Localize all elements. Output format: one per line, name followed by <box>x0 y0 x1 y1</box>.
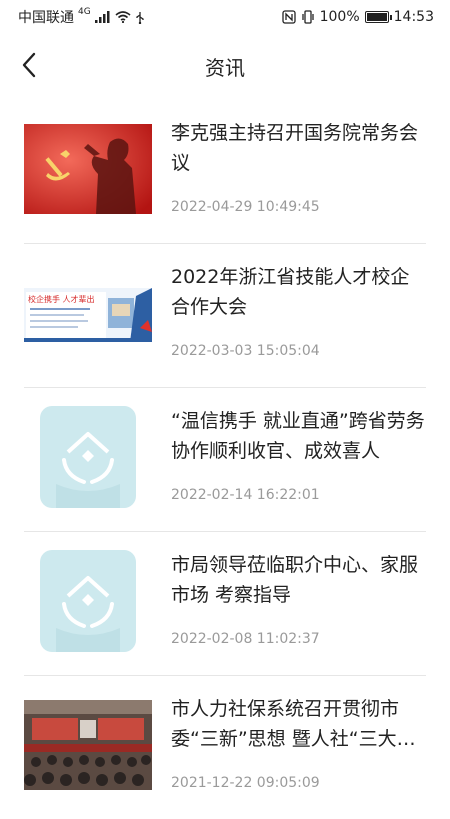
news-item[interactable]: 李克强主持召开国务院常务会议 2022-04-29 10:49:45 <box>24 100 426 244</box>
wifi-icon <box>115 11 131 23</box>
news-date: 2022-02-14 16:22:01 <box>171 487 320 503</box>
news-thumbnail: 校企携手 人才辈出 <box>24 268 152 358</box>
news-title: 市局领导莅临职介中心、家服市场 考察指导 <box>171 554 419 606</box>
house-hands-icon <box>56 576 120 652</box>
news-item[interactable]: 校企携手 人才辈出 2022年浙江省技能人才校企合作大会 2022-03-03 … <box>24 244 426 388</box>
news-list: 李克强主持召开国务院常务会议 2022-04-29 10:49:45 校企携手 … <box>24 100 426 819</box>
banner-text: 校企携手 人才辈出 <box>28 294 95 304</box>
carrier-label: 中国联通 <box>18 10 74 26</box>
nfc-icon <box>281 10 296 24</box>
status-right: 100% 14:53 <box>281 9 450 25</box>
top-bar: 资讯 <box>0 34 450 100</box>
news-title: 市人力社保系统召开贯彻市委“三新”思想 暨人社“三大… <box>171 698 416 750</box>
page-title: 资讯 <box>205 56 245 80</box>
news-thumbnail <box>24 124 152 214</box>
news-title: 李克强主持召开国务院常务会议 <box>171 122 419 174</box>
meeting-hall-photo <box>24 700 152 790</box>
conference-banner-image: 校企携手 人才辈出 <box>24 288 152 342</box>
news-date: 2022-03-03 15:05:04 <box>171 343 320 359</box>
news-thumbnail <box>24 550 152 652</box>
battery-percent: 100% <box>319 9 360 25</box>
usb-icon <box>136 11 144 24</box>
signal-icon <box>94 11 110 23</box>
network-type: 4G <box>78 7 91 17</box>
battery-icon <box>364 11 392 23</box>
placeholder-logo <box>40 550 136 652</box>
house-hands-icon <box>56 432 120 508</box>
news-date: 2021-12-22 09:05:09 <box>171 775 320 791</box>
clock-time: 14:53 <box>393 9 434 25</box>
party-emblem-photo <box>24 124 152 214</box>
news-item[interactable]: 市人力社保系统召开贯彻市委“三新”思想 暨人社“三大… 2021-12-22 0… <box>24 676 426 819</box>
news-thumbnail <box>24 406 152 508</box>
news-title: “温信携手 就业直通”跨省劳务协作顺利收官、成效喜人 <box>171 410 425 462</box>
news-date: 2022-04-29 10:49:45 <box>171 199 320 215</box>
status-left: 中国联通 4G <box>0 7 145 27</box>
news-item[interactable]: “温信携手 就业直通”跨省劳务协作顺利收官、成效喜人 2022-02-14 16… <box>24 388 426 532</box>
news-title: 2022年浙江省技能人才校企合作大会 <box>171 266 410 318</box>
placeholder-logo <box>40 406 136 508</box>
news-date: 2022-02-08 11:02:37 <box>171 631 320 647</box>
news-thumbnail <box>24 700 152 790</box>
status-bar: 中国联通 4G 100% 14:53 <box>0 0 450 34</box>
news-item[interactable]: 市局领导莅临职介中心、家服市场 考察指导 2022-02-08 11:02:37 <box>24 532 426 676</box>
vibrate-icon <box>301 10 314 24</box>
